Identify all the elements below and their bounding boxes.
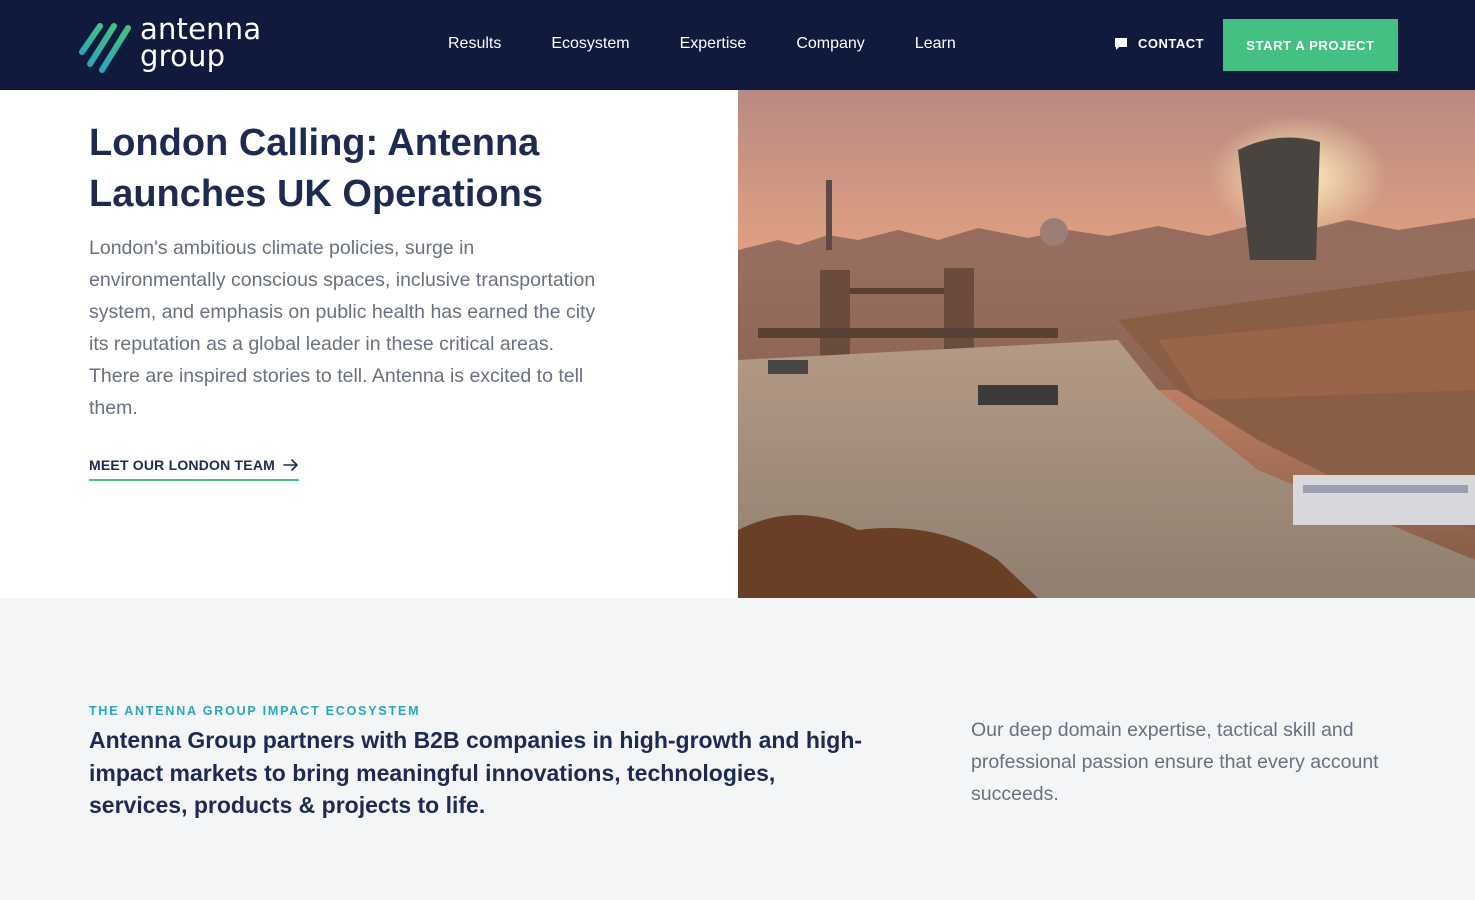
nav-item-expertise[interactable]: Expertise — [680, 35, 747, 53]
logo-line-2: group — [140, 39, 226, 73]
hero-link-label: MEET OUR LONDON TEAM — [89, 457, 275, 473]
arrow-right-icon — [283, 459, 298, 471]
meet-london-team-link[interactable]: MEET OUR LONDON TEAM — [89, 457, 299, 481]
ecosystem-side-text: Our deep domain expertise, tactical skil… — [971, 719, 1379, 805]
ecosystem-eyebrow: THE ANTENNA GROUP IMPACT ECOSYSTEM — [89, 704, 421, 718]
site-header: antenna group Results Ecosystem Expertis… — [0, 0, 1475, 90]
nav-item-ecosystem[interactable]: Ecosystem — [551, 35, 629, 53]
nav-item-learn[interactable]: Learn — [915, 35, 956, 53]
chat-bubble-icon — [1115, 37, 1127, 50]
hero-body: London's ambitious climate policies, sur… — [89, 237, 596, 419]
main-nav: Results Ecosystem Expertise Company Lear… — [448, 35, 1006, 53]
nav-item-company[interactable]: Company — [796, 35, 864, 53]
contact-label: CONTACT — [1138, 36, 1205, 51]
london-skyline-image — [738, 90, 1475, 598]
start-project-button[interactable]: START A PROJECT — [1223, 19, 1398, 71]
hero-title: London Calling: Antenna Launches UK Oper… — [89, 122, 543, 215]
antenna-group-logo[interactable]: antenna group — [78, 15, 283, 76]
antenna-stripes-icon — [79, 23, 131, 73]
contact-link[interactable]: CONTACT — [1114, 36, 1204, 51]
ecosystem-heading: Antenna Group partners with B2B companie… — [89, 727, 863, 818]
nav-item-results[interactable]: Results — [448, 35, 501, 53]
logo-wordmark: antenna group — [140, 15, 261, 73]
